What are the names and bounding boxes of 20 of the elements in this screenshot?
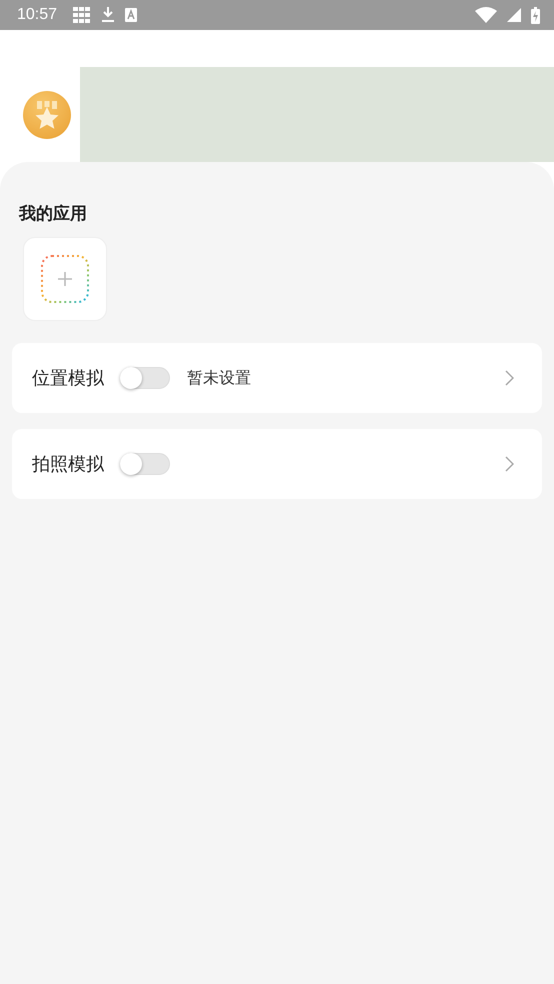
chevron-right-icon xyxy=(505,370,514,386)
setting-value: 暂未设置 xyxy=(187,368,251,388)
medal-icon xyxy=(23,91,71,139)
section-title: 我的应用 xyxy=(19,203,88,225)
setting-label: 拍照模拟 xyxy=(32,453,104,476)
clock-time: 10:57 xyxy=(17,6,58,24)
wifi-icon xyxy=(475,7,497,23)
keyboard-icon xyxy=(125,8,138,22)
grid-icon xyxy=(73,7,92,23)
signal-icon xyxy=(507,8,521,22)
chevron-right-icon xyxy=(505,456,514,472)
toggle-switch[interactable] xyxy=(120,367,170,389)
download-icon xyxy=(101,7,116,23)
add-icon xyxy=(41,255,89,303)
toggle-switch[interactable] xyxy=(120,453,170,475)
setting-row[interactable]: 拍照模拟 xyxy=(12,429,542,499)
setting-label: 位置模拟 xyxy=(32,367,104,390)
setting-row[interactable]: 位置模拟 暂未设置 xyxy=(12,343,542,413)
battery-icon xyxy=(531,6,540,24)
add-app-button[interactable] xyxy=(23,237,107,321)
